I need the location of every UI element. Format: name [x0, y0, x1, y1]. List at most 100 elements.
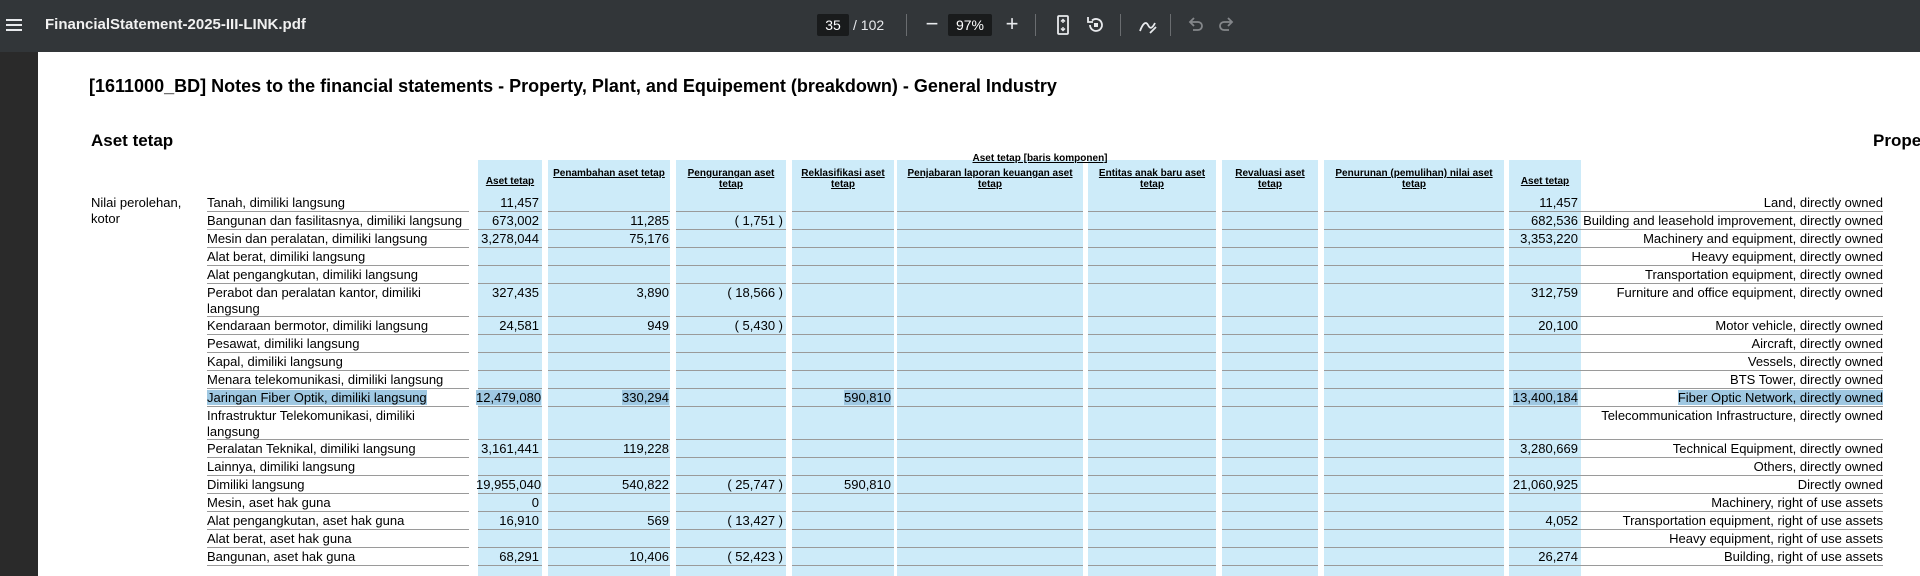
row-label-en: Land, directly owned — [1763, 195, 1883, 210]
pdf-toolbar: FinancialStatement-2025-III-LINK.pdf 35 … — [0, 0, 1920, 52]
table-cell: 21,060,925 — [1512, 477, 1578, 492]
table-row: Bangunan, aset hak guna 68,291 10,406 ( 52,… — [38, 548, 1920, 566]
menu-icon[interactable] — [6, 16, 22, 36]
row-separator — [897, 565, 1083, 566]
page-total: / 102 — [853, 17, 885, 33]
column-header: Aset tetap — [1520, 176, 1570, 187]
table-row: Kendaraan bermotor, dimiliki langsung 24,… — [38, 317, 1920, 335]
row-label-en: Transportation equipment, directly owned — [1645, 267, 1883, 282]
zoom-in-button[interactable]: + — [1000, 12, 1024, 38]
row-separator — [478, 565, 542, 566]
column-header: Penjabaran laporan keuangan aset tetap — [907, 168, 1073, 190]
table-cell: 11,457 — [500, 195, 539, 210]
table-cell: 3,161,441 — [481, 441, 539, 456]
table-row: Mesin, aset hak guna 0 Machinery, right of… — [38, 494, 1920, 512]
table-row: Lainnya, dimiliki langsung Others, direct… — [38, 458, 1920, 476]
row-label-en: Technical Equipment, directly owned — [1672, 441, 1883, 456]
table-cell: 20,100 — [1538, 318, 1578, 333]
table-cell: 3,278,044 — [481, 231, 539, 246]
table-row: Pesawat, dimiliki langsung Aircraft, dire… — [38, 335, 1920, 353]
row-label-id: Perabot dan peralatan kantor, dimiliki l… — [207, 285, 421, 316]
table-cell: 11,285 — [630, 213, 669, 228]
row-label-id: Alat berat, aset hak guna — [207, 531, 352, 546]
row-label-id: Dimiliki langsung — [207, 477, 305, 492]
row-label-id: Pesawat, dimiliki langsung — [207, 336, 360, 351]
zoom-level-input[interactable]: 97% — [948, 14, 992, 36]
table-cell: 16,910 — [499, 513, 539, 528]
row-separator — [1324, 565, 1504, 566]
column-header: Reklasifikasi aset tetap — [801, 168, 885, 190]
undo-icon[interactable] — [1183, 13, 1207, 37]
section-title-english: Prope — [1873, 131, 1920, 150]
row-label-id: Mesin, aset hak guna — [207, 495, 331, 510]
row-label-en: Building, right of use assets — [1724, 549, 1883, 564]
row-separator — [1509, 565, 1581, 566]
table-row: Mesin dan peralatan, dimiliki langsung 3,… — [38, 230, 1920, 248]
row-label-id: Alat berat, dimiliki langsung — [207, 249, 366, 264]
table-cell: ( 5,430 ) — [734, 318, 783, 333]
table-cell: 590,810 — [844, 477, 891, 492]
table-row: Kapal, dimiliki langsung Vessels, directl… — [38, 353, 1920, 371]
table-row: Jaringan Fiber Optik, dimiliki langsung 1… — [38, 389, 1920, 407]
table-cell: 682,536 — [1531, 213, 1578, 228]
row-label-id: Lainnya, dimiliki langsung — [207, 459, 356, 474]
row-label-en: Furniture and office equipment, directly… — [1616, 285, 1883, 300]
row-separator — [1088, 565, 1216, 566]
table-row: Alat berat, aset hak guna Heavy equipment… — [38, 530, 1920, 548]
row-label-id: Mesin dan peralatan, dimiliki langsung — [207, 231, 428, 246]
table-row: Perabot dan peralatan kantor, dimiliki l… — [38, 284, 1920, 317]
table-cell: 3,890 — [636, 285, 669, 300]
draw-annotation-icon[interactable] — [1136, 13, 1160, 37]
row-label-id: Tanah, dimiliki langsung — [207, 195, 346, 210]
row-separator — [792, 565, 894, 566]
row-label-id: Peralatan Teknikal, dimiliki langsung — [207, 441, 416, 456]
column-group-header: Aset tetap [baris komponen] — [972, 153, 1108, 164]
table-cell: 3,280,669 — [1520, 441, 1578, 456]
row-label-id: Kendaraan bermotor, dimiliki langsung — [207, 318, 429, 333]
fit-page-icon[interactable] — [1051, 13, 1075, 37]
row-label-id: Kapal, dimiliki langsung — [207, 354, 343, 369]
row-separator — [1222, 565, 1318, 566]
table-row: Menara telekomunikasi, dimiliki langsung… — [38, 371, 1920, 389]
section-title: Aset tetap — [91, 131, 174, 150]
page-number-input[interactable]: 35 — [817, 14, 849, 36]
row-label-en: Vessels, directly owned — [1747, 354, 1883, 369]
table-cell: 949 — [647, 318, 669, 333]
table-row: Alat pengangkutan, aset hak guna 16,910 56… — [38, 512, 1920, 530]
table-cell: 540,822 — [622, 477, 669, 492]
zoom-out-button[interactable]: − — [920, 12, 944, 38]
table-cell: 68,291 — [499, 549, 539, 564]
table-cell: ( 52,423 ) — [727, 549, 783, 564]
row-separator — [1581, 565, 1883, 566]
table-cell: 11,457 — [1539, 195, 1578, 210]
table-cell: 327,435 — [492, 285, 539, 300]
rotate-icon[interactable] — [1084, 13, 1108, 37]
report-title: [1611000_BD] Notes to the financial stat… — [89, 76, 1057, 96]
table-cell: 10,406 — [629, 549, 669, 564]
toolbar-divider — [1120, 14, 1121, 36]
table-cell: 312,759 — [1531, 285, 1578, 300]
table-cell: 26,274 — [1538, 549, 1578, 564]
row-label-en: Directly owned — [1797, 477, 1883, 492]
row-label-en: Others, directly owned — [1753, 459, 1883, 474]
redo-icon[interactable] — [1215, 13, 1239, 37]
row-label-en: Transportation equipment, right of use a… — [1622, 513, 1883, 528]
row-label-en: Motor vehicle, directly owned — [1715, 318, 1883, 333]
viewer-side-gutter — [0, 52, 38, 576]
table-cell: ( 25,747 ) — [727, 477, 783, 492]
row-label-id: Jaringan Fiber Optik, dimiliki langsung — [207, 390, 427, 405]
table-row: Infrastruktur Telekomunikasi, dimiliki l… — [38, 407, 1920, 440]
row-separator — [676, 565, 786, 566]
table-cell: 590,810 — [844, 390, 891, 405]
table-cell: 119,228 — [622, 441, 669, 456]
row-label-id: Bangunan, aset hak guna — [207, 549, 356, 564]
column-header: Penurunan (pemulihan) nilai aset tetap — [1335, 168, 1493, 190]
table-cell: 12,479,080 — [476, 390, 542, 405]
pdf-page: [1611000_BD] Notes to the financial stat… — [38, 52, 1920, 576]
row-separator — [548, 565, 670, 566]
table-cell: 13,400,184 — [1512, 390, 1578, 405]
row-label-en: Telecommunication Infrastructure, direct… — [1601, 408, 1883, 423]
table-cell: 673,002 — [492, 213, 539, 228]
column-header: Aset tetap — [485, 176, 535, 187]
row-label-id: Menara telekomunikasi, dimiliki langsung — [207, 372, 444, 387]
